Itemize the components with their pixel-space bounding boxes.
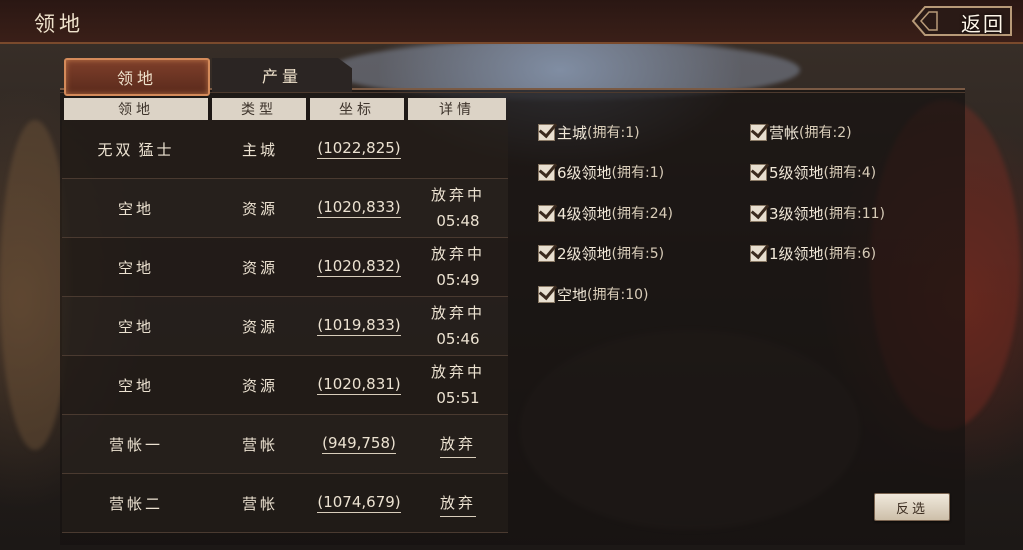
column-header-type: 类型 [212,98,306,120]
back-button-label: 返回 [961,12,1005,36]
abandon-status: 放弃中 [430,363,485,381]
filter-count: (拥有:11) [823,206,886,222]
territory-type: 资源 [241,376,278,395]
territory-name: 营帐二 [108,494,163,513]
filter-count: (拥有:24) [611,206,674,222]
column-header-territory: 领地 [64,98,208,120]
detail-cell: 放弃中 05:46 [408,297,508,355]
filter-count: (拥有:1) [587,125,640,141]
countdown-timer: 05:49 [436,271,480,289]
filter-count: (拥有:1) [611,165,665,181]
filter-level-1[interactable]: 1级领地 (拥有:6) [750,241,876,265]
filter-empty-land[interactable]: 空地 (拥有:10) [538,282,648,306]
filter-label: 6级领地 [557,163,612,182]
detail-cell [408,120,508,178]
filter-label: 空地 [557,285,588,304]
abandon-button[interactable]: 放弃 [439,490,476,517]
filter-label: 5级领地 [769,163,824,182]
back-button[interactable]: 返回 [911,4,1013,38]
coord-link[interactable]: (1074,679) [310,474,408,532]
territory-type: 资源 [241,258,278,277]
countdown-timer: 05:46 [436,330,480,348]
table-row: 无双 猛士 主城 (1022,825) [62,120,508,179]
filter-label: 1级领地 [769,244,824,263]
table-row: 空地 资源 (1020,831) 放弃中 05:51 [62,356,508,415]
filter-label: 3级领地 [769,204,824,223]
filter-level-6[interactable]: 6级领地 (拥有:1) [538,160,664,184]
table-row: 空地 资源 (1020,833) 放弃中 05:48 [62,179,508,238]
abandon-status: 放弃中 [430,186,485,204]
territory-name: 营帐一 [108,435,163,454]
filter-count: (拥有:4) [823,165,877,181]
filter-count: (拥有:2) [799,125,852,141]
checkbox-checked-icon[interactable] [538,204,555,222]
territory-type: 资源 [241,317,278,336]
table-row: 营帐一 营帐 (949,758) 放弃 [62,415,508,474]
countdown-timer: 05:48 [436,212,480,230]
filter-label: 营帐 [769,123,800,142]
detail-cell: 放弃 [408,415,508,473]
checkbox-checked-icon[interactable] [538,123,555,141]
abandon-button[interactable]: 放弃 [439,431,476,458]
table-row: 空地 资源 (1020,832) 放弃中 05:49 [62,238,508,297]
table-row: 营帐二 营帐 (1074,679) 放弃 [62,474,508,533]
filter-level-2[interactable]: 2级领地 (拥有:5) [538,241,664,265]
coord-link[interactable]: (1019,833) [310,297,408,355]
checkbox-checked-icon[interactable] [538,163,555,181]
tab-production[interactable]: 产量 [212,58,352,92]
page-title: 领地 [34,12,84,36]
territory-name: 空地 [117,258,154,277]
coord-link[interactable]: (1022,825) [310,120,408,178]
filter-level-3[interactable]: 3级领地 (拥有:11) [750,201,885,225]
territory-type: 资源 [241,199,278,218]
abandon-status: 放弃中 [430,245,485,263]
top-bar: 领地 返回 [0,0,1023,44]
territory-type: 营帐 [241,494,278,513]
territory-type: 营帐 [241,435,278,454]
checkbox-checked-icon[interactable] [750,123,767,141]
filter-count: (拥有:5) [611,246,665,262]
filter-label: 主城 [557,123,588,142]
coord-link[interactable]: (1020,831) [310,356,408,414]
countdown-timer: 05:51 [436,389,480,407]
territory-name: 空地 [117,317,154,336]
detail-cell: 放弃中 05:49 [408,238,508,296]
detail-cell: 放弃 [408,474,508,532]
tab-territory[interactable]: 领地 [64,58,210,96]
column-header-coord: 坐标 [310,98,404,120]
detail-cell: 放弃中 05:48 [408,179,508,237]
filter-level-5[interactable]: 5级领地 (拥有:4) [750,160,876,184]
coord-link[interactable]: (949,758) [310,415,408,473]
table-header: 领地 类型 坐标 详情 [62,98,508,120]
filter-label: 4级领地 [557,204,612,223]
territory-name: 无双 猛士 [97,140,175,159]
territory-name: 空地 [117,376,154,395]
table-row: 空地 资源 (1019,833) 放弃中 05:46 [62,297,508,356]
filter-level-4[interactable]: 4级领地 (拥有:24) [538,201,673,225]
filter-count: (拥有:10) [587,287,649,303]
column-header-detail: 详情 [408,98,506,120]
checkbox-checked-icon[interactable] [538,244,555,262]
filter-main-city[interactable]: 主城 (拥有:1) [538,120,640,144]
filter-label: 2级领地 [557,244,612,263]
checkbox-checked-icon[interactable] [750,163,767,181]
filter-count: (拥有:6) [823,246,877,262]
coord-link[interactable]: (1020,832) [310,238,408,296]
coord-link[interactable]: (1020,833) [310,179,408,237]
invert-selection-button[interactable]: 反选 [874,493,950,521]
territory-table: 领地 类型 坐标 详情 无双 猛士 主城 (1022,825) 空地 资源 (10… [62,98,508,545]
filter-camp[interactable]: 营帐 (拥有:2) [750,120,852,144]
checkbox-checked-icon[interactable] [750,244,767,262]
territory-name: 空地 [117,199,154,218]
detail-cell: 放弃中 05:51 [408,356,508,414]
checkbox-checked-icon[interactable] [750,204,767,222]
checkbox-checked-icon[interactable] [538,285,555,303]
abandon-status: 放弃中 [430,304,485,322]
territory-type: 主城 [241,140,278,159]
